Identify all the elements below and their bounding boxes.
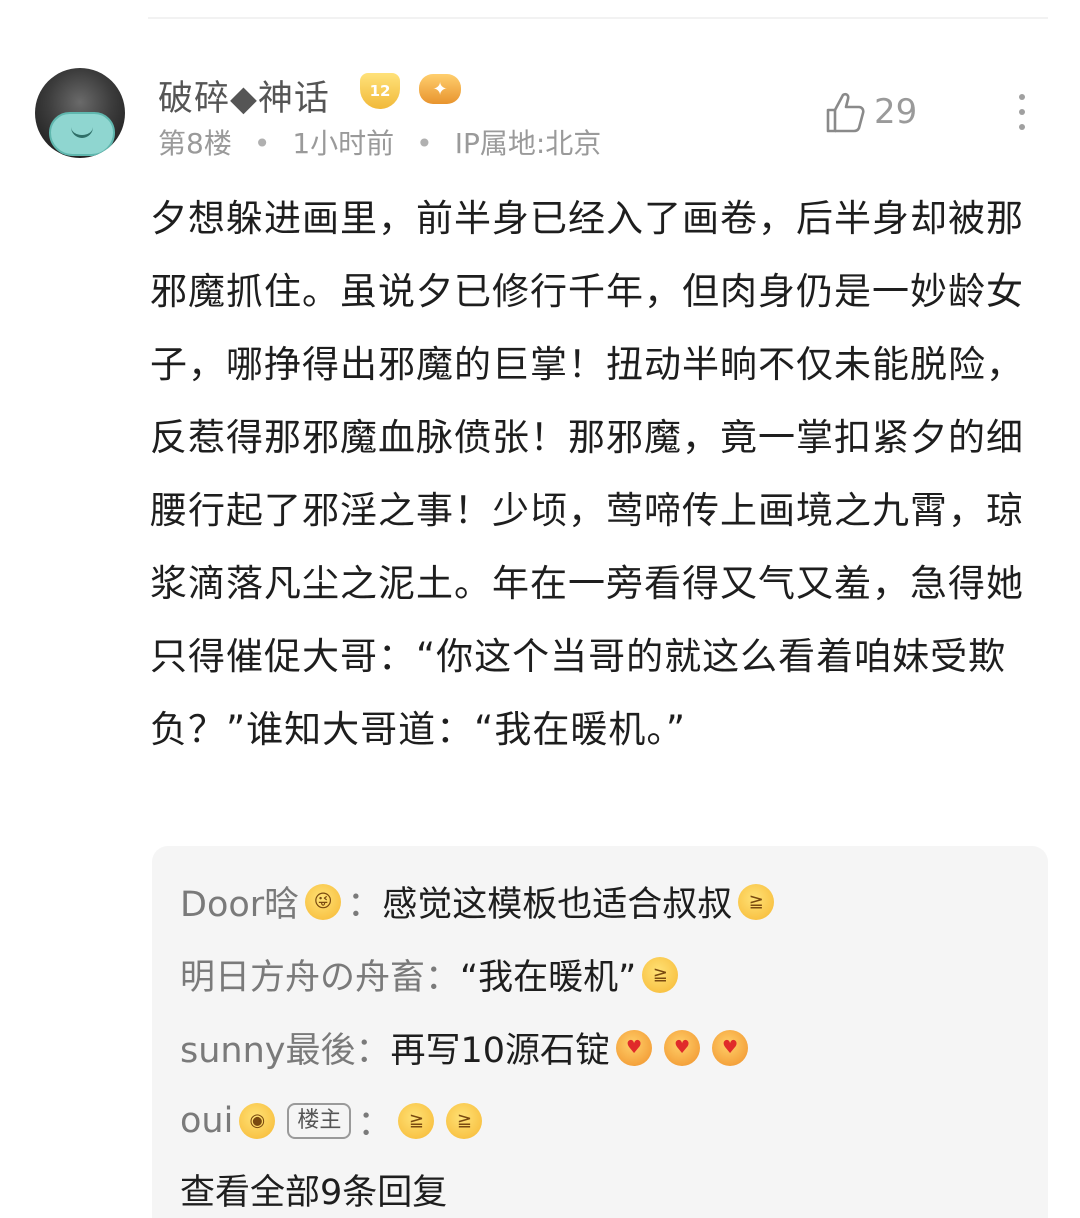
flushed-emoji-icon: ◉ <box>239 1102 276 1139</box>
more-icon[interactable] <box>1012 94 1032 136</box>
reply-text: 再写10源石锭 <box>390 1031 611 1071</box>
view-all-replies-link[interactable]: 查看全部9条回复 <box>180 1164 447 1215</box>
like-icon <box>826 92 865 133</box>
reply-separator: ： <box>355 1031 391 1071</box>
reply-author[interactable]: 明日方舟の舟畜 <box>180 949 425 1000</box>
post-time: 1小时前 <box>292 127 395 160</box>
avatar[interactable] <box>35 68 125 158</box>
separator-dot: • <box>416 127 433 160</box>
floor-number: 第8楼 <box>158 127 232 160</box>
reply-item[interactable]: Door晗 😜：感觉这模板也适合叔叔 ≧ <box>180 876 780 927</box>
avatar-mask-graphic <box>49 112 115 156</box>
username[interactable]: 破碎◆神话 <box>158 70 330 121</box>
reply-item[interactable]: sunny最後：再写10源石锭 ♥ ♥ ♥ <box>180 1022 754 1073</box>
reply-author[interactable]: sunny最後 <box>180 1022 356 1073</box>
heart-eyes-emoji-icon: ♥ <box>616 1029 653 1066</box>
separator-dot: • <box>253 127 271 160</box>
reply-text: “我在暖机” <box>460 958 637 998</box>
op-tag: 楼主 <box>287 1102 352 1139</box>
comment-meta: 第8楼 • 1小时前 • IP属地:北京 <box>158 122 601 162</box>
level-badge-icon: 12 <box>360 73 400 109</box>
reply-author[interactable]: Door晗 <box>180 876 299 927</box>
like-count: 29 <box>874 92 918 132</box>
tongue-emoji-icon: 😜 <box>305 883 342 920</box>
comment-body: 夕想躲进画里，前半身已经入了画卷，后半身却被那邪魔抓住。虽说夕已修行千年，但肉身… <box>150 197 1024 751</box>
reply-item[interactable]: oui ◉ 楼主： ≧ ≧ <box>180 1095 488 1146</box>
heart-eyes-emoji-icon: ♥ <box>712 1029 749 1066</box>
heart-eyes-emoji-icon: ♥ <box>664 1029 701 1066</box>
reply-text: 感觉这模板也适合叔叔 <box>382 885 733 925</box>
game-badge-icon: ✦ <box>419 74 461 104</box>
ip-location: IP属地:北京 <box>454 127 602 160</box>
reply-separator: ： <box>347 885 383 925</box>
reply-separator: ： <box>357 1104 393 1144</box>
like-button[interactable]: 29 <box>824 90 917 134</box>
replies-panel: Door晗 😜：感觉这模板也适合叔叔 ≧ 明日方舟の舟畜： “我在暖机” ≧ sunny… <box>152 846 1048 1218</box>
laugh-emoji-icon: ≧ <box>642 956 679 993</box>
reply-item[interactable]: 明日方舟の舟畜： “我在暖机” ≧ <box>180 949 684 1000</box>
reply-author[interactable]: oui <box>180 1101 233 1141</box>
top-divider <box>148 17 1048 19</box>
reply-separator: ： <box>425 958 461 998</box>
laugh-emoji-icon: ≧ <box>398 1102 435 1139</box>
laugh-emoji-icon: ≧ <box>446 1102 483 1139</box>
laugh-emoji-icon: ≧ <box>738 883 775 920</box>
